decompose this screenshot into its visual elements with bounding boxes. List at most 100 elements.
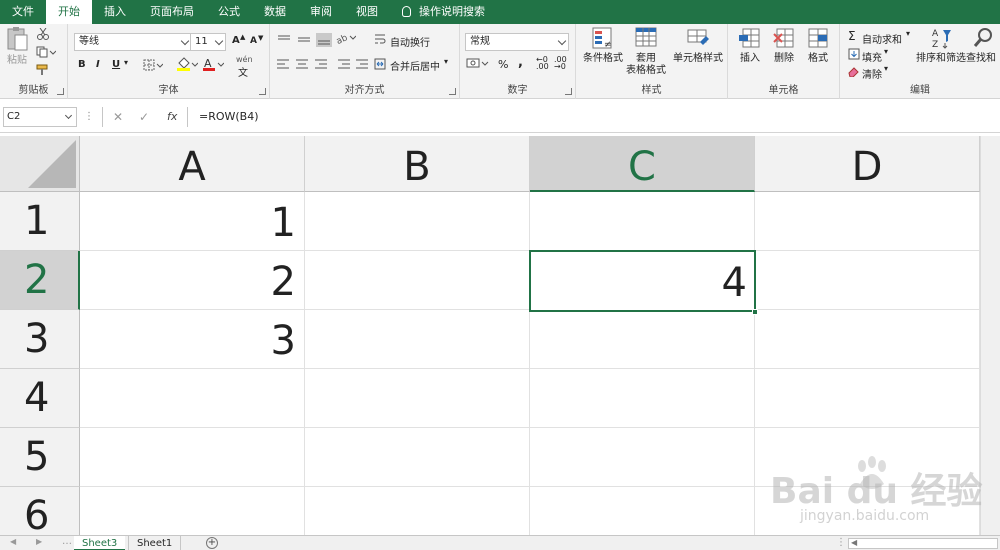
tab-home[interactable]: 开始 (46, 0, 92, 24)
font-launcher[interactable] (259, 88, 266, 95)
cell-d5[interactable] (755, 428, 980, 487)
tab-review[interactable]: 审阅 (298, 0, 344, 24)
cell-c5[interactable] (530, 428, 755, 487)
format-painter-icon[interactable] (36, 64, 50, 76)
copy-icon[interactable] (36, 46, 56, 58)
row-header-6[interactable]: 6 (0, 487, 80, 536)
cell-d2[interactable] (755, 251, 980, 310)
cell-c6[interactable] (530, 487, 755, 536)
shrink-font-button[interactable]: A (250, 36, 257, 46)
cut-icon[interactable] (36, 28, 50, 40)
formula-input[interactable]: =ROW(B4) (196, 107, 996, 127)
name-box[interactable]: C2 (3, 107, 77, 127)
cell-c2-active[interactable]: 4 (529, 250, 756, 312)
cell-b2[interactable] (305, 251, 530, 310)
italic-button[interactable]: I (96, 59, 100, 70)
cell-a5[interactable] (80, 428, 305, 487)
cell-b6[interactable] (305, 487, 530, 536)
row-header-1[interactable]: 1 (0, 192, 80, 251)
percent-style-button[interactable]: % (498, 58, 508, 71)
number-launcher[interactable] (565, 88, 572, 95)
cell-b1[interactable] (305, 192, 530, 251)
scroll-right-icon[interactable]: ▶ (36, 537, 42, 546)
cell-a2[interactable]: 2 (80, 251, 305, 310)
tab-view[interactable]: 视图 (344, 0, 390, 24)
column-header-d[interactable]: D (755, 136, 980, 192)
tab-file[interactable]: 文件 (0, 0, 46, 24)
cell-b4[interactable] (305, 369, 530, 428)
cell-b3[interactable] (305, 310, 530, 369)
add-sheet-icon[interactable]: + (206, 537, 218, 549)
cell-d4[interactable] (755, 369, 980, 428)
column-header-a[interactable]: A (80, 136, 305, 192)
scroll-left-icon[interactable]: ◀ (10, 537, 16, 546)
insert-cells-button[interactable]: 插入 (734, 26, 766, 65)
autosum-button[interactable]: 自动求和 (862, 31, 902, 46)
cell-b5[interactable] (305, 428, 530, 487)
cell-a6[interactable] (80, 487, 305, 536)
chevron-down-icon[interactable]: ▾ (884, 47, 888, 56)
cell-d1[interactable] (755, 192, 980, 251)
cell-a1[interactable]: 1 (80, 192, 305, 251)
cell-d6[interactable] (755, 487, 980, 536)
chevron-down-icon[interactable]: ▾ (884, 64, 888, 73)
tab-insert[interactable]: 插入 (92, 0, 138, 24)
clear-button[interactable]: 清除 (862, 66, 882, 81)
chevron-down-icon[interactable]: ▾ (906, 29, 910, 38)
font-name-select[interactable]: 等线 (74, 33, 192, 51)
find-select-button[interactable]: 查找和 (966, 26, 1000, 65)
scroll-left-icon[interactable]: ◀ (851, 538, 857, 547)
horizontal-align-icons[interactable] (276, 57, 368, 71)
chevron-down-icon[interactable]: ▾ (124, 58, 128, 67)
cell-c1[interactable] (530, 192, 755, 251)
fill-color-icon[interactable] (176, 57, 198, 71)
cell-a4[interactable] (80, 369, 305, 428)
row-header-4[interactable]: 4 (0, 369, 80, 428)
borders-icon[interactable] (143, 59, 163, 71)
decrease-decimal-button[interactable]: .00 →0 (554, 56, 567, 71)
tell-me-search[interactable]: 操作说明搜索 (390, 0, 497, 24)
tab-page-layout[interactable]: 页面布局 (138, 0, 206, 24)
phonetic-guide-button[interactable]: wén (236, 55, 253, 64)
insert-function-button[interactable]: fx (167, 110, 177, 123)
cell-styles-button[interactable]: 单元格样式 (672, 26, 724, 65)
sheet-tab-sheet1[interactable]: Sheet1 (128, 536, 182, 550)
select-all-button[interactable] (0, 136, 80, 192)
format-as-table-button[interactable]: 套用 表格格式 (624, 26, 668, 77)
vertical-scrollbar[interactable] (980, 136, 1000, 536)
format-cells-button[interactable]: 格式 (802, 26, 834, 65)
delete-cells-button[interactable]: 删除 (768, 26, 800, 65)
chevron-down-icon[interactable]: ▾ (444, 57, 448, 66)
conditional-formatting-button[interactable]: ≠ 条件格式 (580, 26, 626, 65)
cell-c4[interactable] (530, 369, 755, 428)
increase-decimal-button[interactable]: ←0.00 (536, 56, 549, 71)
cell-a3[interactable]: 3 (80, 310, 305, 369)
tab-formulas[interactable]: 公式 (206, 0, 252, 24)
merge-center-button[interactable]: 合并后居中 (390, 58, 440, 73)
horizontal-scrollbar[interactable]: ◀ (848, 538, 998, 549)
fill-button[interactable]: 填充 (862, 49, 882, 64)
cell-c3[interactable] (530, 310, 755, 369)
alignment-launcher[interactable] (449, 88, 456, 95)
wrap-text-button[interactable]: 自动换行 (390, 34, 430, 49)
row-header-3[interactable]: 3 (0, 310, 80, 369)
fill-handle[interactable] (752, 309, 758, 315)
grow-font-button[interactable]: A (232, 35, 240, 46)
column-header-b[interactable]: B (305, 136, 530, 192)
cancel-icon[interactable]: ✕ (113, 110, 123, 124)
row-header-2[interactable]: 2 (0, 251, 80, 310)
number-format-select[interactable]: 常规 (465, 33, 569, 51)
sort-filter-button[interactable]: AZ 排序和筛选 (916, 26, 966, 65)
enter-icon[interactable]: ✓ (139, 110, 149, 124)
font-size-select[interactable]: 11 (190, 33, 226, 51)
more-sheets-icon[interactable]: … (62, 536, 72, 547)
accounting-format-icon[interactable] (466, 57, 490, 71)
paste-button[interactable]: 粘贴 (4, 26, 30, 67)
tab-data[interactable]: 数据 (252, 0, 298, 24)
underline-button[interactable]: U (112, 59, 120, 70)
clipboard-launcher[interactable] (57, 88, 64, 95)
column-header-c[interactable]: C (530, 136, 755, 192)
vertical-align-icons[interactable] (276, 33, 336, 47)
row-header-5[interactable]: 5 (0, 428, 80, 487)
orientation-icon[interactable]: ab (336, 31, 356, 45)
